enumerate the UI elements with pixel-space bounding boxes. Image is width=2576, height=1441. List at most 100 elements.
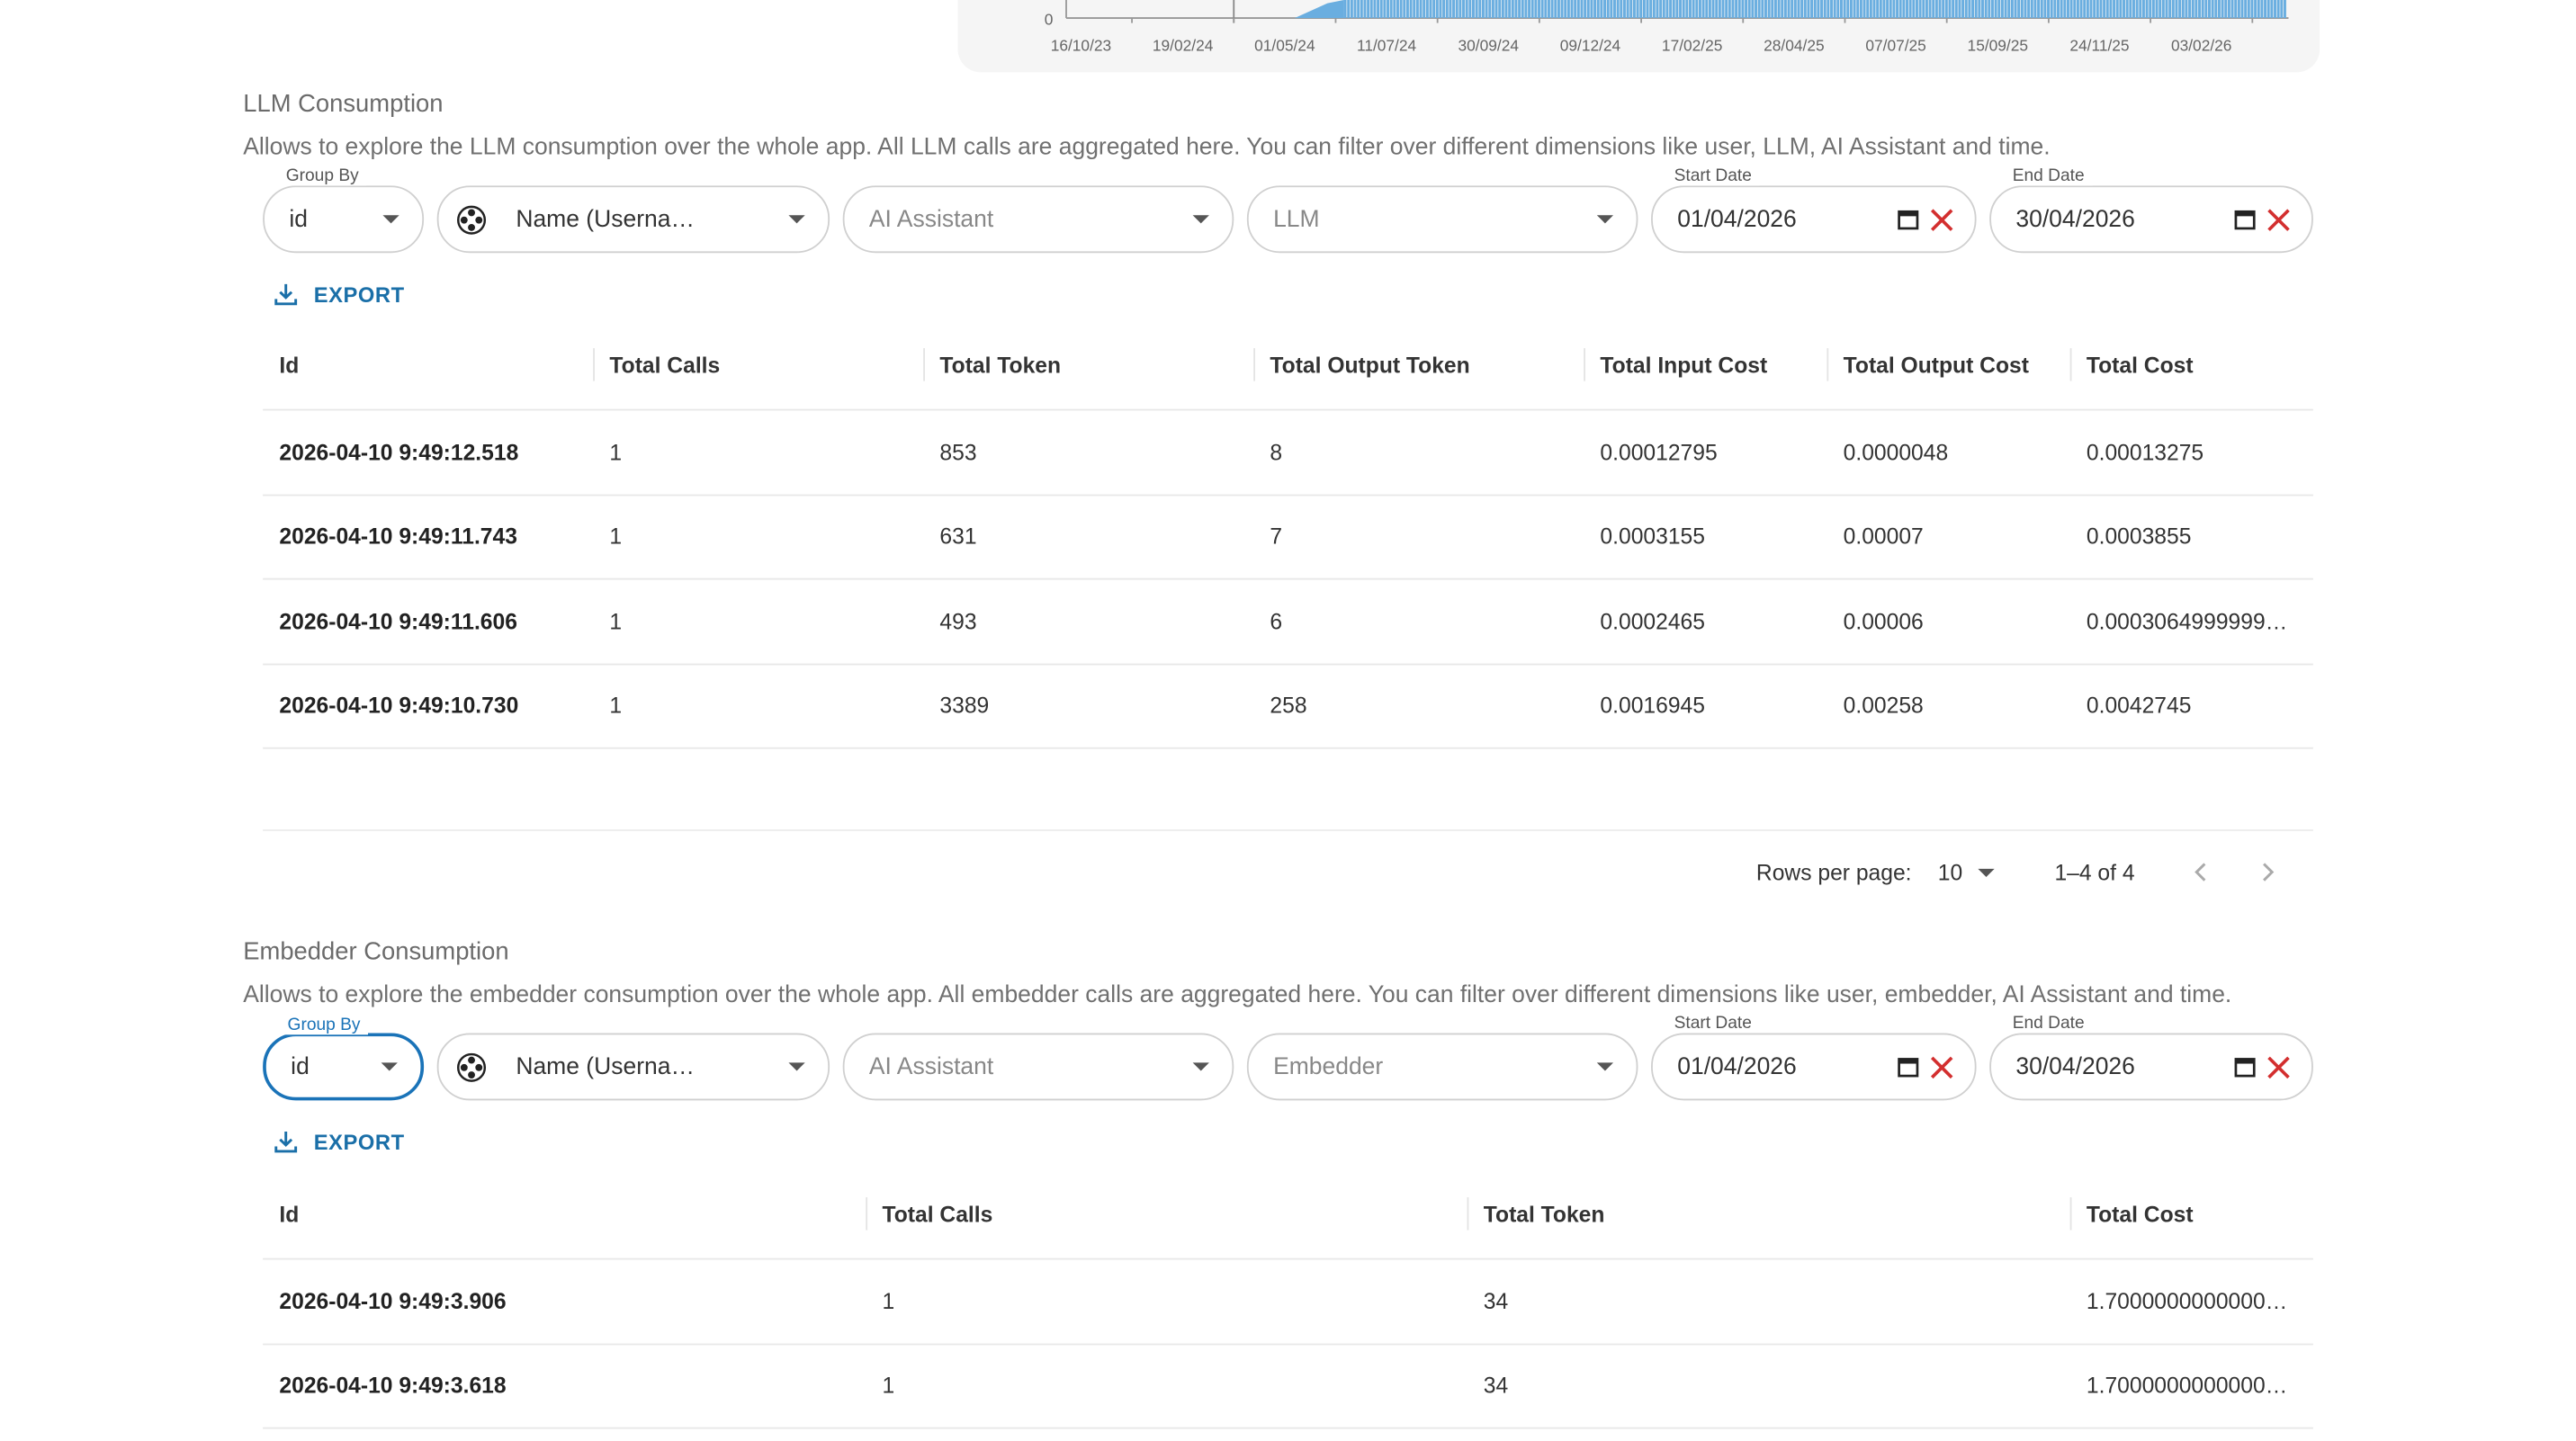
chart-bar	[1990, 0, 1994, 19]
embedder-group-by-select[interactable]: Group By id	[263, 1015, 425, 1101]
llm-start-date-field[interactable]: Start Date 01/04/2026	[1651, 166, 1977, 254]
table-row[interactable]: 2026-04-10 9:49:11.606 1 493 6 0.0002465…	[263, 580, 2313, 665]
column-header-total-output-cost[interactable]: Total Output Cost	[1827, 320, 2069, 409]
cell-id: 2026-04-10 9:49:10.730	[279, 693, 519, 719]
chart-bar	[1606, 0, 1610, 19]
chart-bar	[1550, 0, 1554, 19]
embedder-end-date-field[interactable]: End Date 30/04/2026	[1989, 1013, 2313, 1101]
llm-assistant-select[interactable]: AI Assistant	[842, 185, 1234, 254]
llm-export-button[interactable]: EXPORT	[273, 281, 405, 307]
column-header-total-token[interactable]: Total Token	[1467, 1169, 2070, 1258]
llm-section-description: Allows to explore the LLM consumption ov…	[243, 134, 2051, 161]
chart-bar	[1958, 0, 1961, 19]
column-header-total-token[interactable]: Total Token	[923, 320, 1253, 409]
chart-bar	[1718, 0, 1721, 19]
chart-bar	[1540, 0, 1544, 19]
embedder-user-select[interactable]: Name (Userna…	[436, 1033, 830, 1101]
chart-bar	[1948, 0, 1952, 19]
chart-bar	[1751, 0, 1755, 19]
x-tick-label: 28/04/25	[1764, 37, 1824, 55]
chart-bar	[2191, 0, 2195, 19]
chart-bar	[2113, 0, 2116, 19]
chart-bar	[1659, 0, 1663, 19]
embedder-table: Id Total Calls Total Token Total Cost 20…	[263, 1169, 2313, 1429]
chart-bar	[1465, 0, 1468, 19]
chart-bar	[2198, 0, 2201, 19]
cell-total-token: 34	[1483, 1288, 1509, 1314]
chart-bar	[1886, 0, 1889, 19]
next-page-icon[interactable]	[2257, 861, 2280, 884]
chart-bar	[1425, 0, 1429, 19]
clear-date-icon[interactable]	[1929, 206, 1955, 232]
chart-bar	[1584, 0, 1587, 19]
cell-total-calls: 1	[609, 608, 623, 634]
chart-bar	[2060, 0, 2063, 19]
embedder-assistant-select[interactable]: AI Assistant	[842, 1033, 1234, 1101]
table-row[interactable]: 2026-04-10 9:49:10.730 1 3389 258 0.0016…	[263, 665, 2313, 749]
llm-user-select[interactable]: Name (Userna…	[436, 185, 830, 254]
embedder-export-button[interactable]: EXPORT	[273, 1128, 405, 1154]
clear-date-icon[interactable]	[2266, 1053, 2292, 1079]
column-header-total-cost[interactable]: Total Cost	[2069, 1169, 2313, 1258]
table-row[interactable]: 2026-04-10 9:49:3.906 1 34 1.70000000000…	[263, 1259, 2313, 1345]
llm-end-date-field[interactable]: End Date 30/04/2026	[1989, 166, 2313, 254]
chart-bar	[2178, 0, 2182, 19]
rows-per-page-select[interactable]: 10	[1938, 860, 1994, 884]
table-row[interactable]: 2026-04-10 9:49:3.618 1 34 1.70000000000…	[263, 1344, 2313, 1429]
chart-bar	[1817, 0, 1820, 19]
chart-bar	[1912, 0, 1916, 19]
chart-bar	[2000, 0, 2004, 19]
chart-bar	[2043, 0, 2047, 19]
llm-group-by-select[interactable]: Group By id	[263, 166, 425, 254]
chart-bar	[2264, 0, 2267, 19]
column-header-total-output-token[interactable]: Total Output Token	[1253, 320, 1584, 409]
chart-bar	[1445, 0, 1449, 19]
chart-bar	[2270, 0, 2274, 19]
calendar-icon[interactable]	[2234, 1056, 2256, 1078]
cell-total-output-token: 258	[1270, 693, 1307, 719]
chart-bar	[2149, 0, 2152, 19]
chart-bar	[1807, 0, 1810, 19]
cell-total-cost: 0.0042745	[2086, 693, 2192, 719]
x-ticks: 16/10/23 19/02/24 01/05/24 11/07/24 30/09/24…	[1051, 18, 2254, 55]
chart-bar	[1524, 0, 1528, 19]
column-header-total-cost[interactable]: Total Cost	[2069, 320, 2313, 409]
chart-bar	[1741, 0, 1745, 19]
calendar-icon[interactable]	[2234, 209, 2256, 230]
column-header-id[interactable]: Id	[263, 320, 593, 409]
previous-page-icon[interactable]	[2191, 861, 2214, 884]
clear-date-icon[interactable]	[1929, 1053, 1955, 1079]
column-header-total-calls[interactable]: Total Calls	[593, 320, 923, 409]
embedder-model-select[interactable]: Embedder	[1246, 1033, 1638, 1101]
embedder-start-date-field[interactable]: Start Date 01/04/2026	[1651, 1013, 1977, 1101]
table-row[interactable]: 2026-04-10 9:49:12.518 1 853 8 0.0001279…	[263, 410, 2313, 496]
column-header-id[interactable]: Id	[263, 1169, 866, 1258]
chart-bar	[1547, 0, 1550, 19]
llm-model-select[interactable]: LLM	[1246, 185, 1638, 254]
chart-bar	[2020, 0, 2024, 19]
cell-total-input-cost: 0.00012795	[1600, 439, 1718, 465]
table-row[interactable]: 2026-04-10 9:49:11.743 1 631 7 0.0003155…	[263, 496, 2313, 580]
chart-bar	[2033, 0, 2037, 19]
chart-bar	[2221, 0, 2224, 19]
chart-bar	[1942, 0, 1945, 19]
chart-bar	[1629, 0, 1633, 19]
chart-bar	[2125, 0, 2129, 19]
chart-bar	[1610, 0, 1613, 19]
chart-bar	[2237, 0, 2240, 19]
start-date-value: 01/04/2026	[1677, 206, 1797, 233]
calendar-icon[interactable]	[1898, 209, 1919, 230]
column-header-total-input-cost[interactable]: Total Input Cost	[1584, 320, 1827, 409]
download-icon	[274, 283, 298, 306]
cell-total-token: 3389	[939, 693, 990, 719]
calendar-icon[interactable]	[1898, 1056, 1919, 1078]
chart-bar	[1494, 0, 1498, 19]
chart-bar	[1518, 0, 1521, 19]
chevron-down-icon	[1192, 215, 1209, 224]
chart-bar	[1747, 0, 1751, 19]
chart-bar	[1997, 0, 2001, 19]
chart-bar	[1800, 0, 1804, 19]
column-header-total-calls[interactable]: Total Calls	[866, 1169, 1467, 1258]
chart-bar	[2093, 0, 2096, 19]
clear-date-icon[interactable]	[2266, 206, 2292, 232]
